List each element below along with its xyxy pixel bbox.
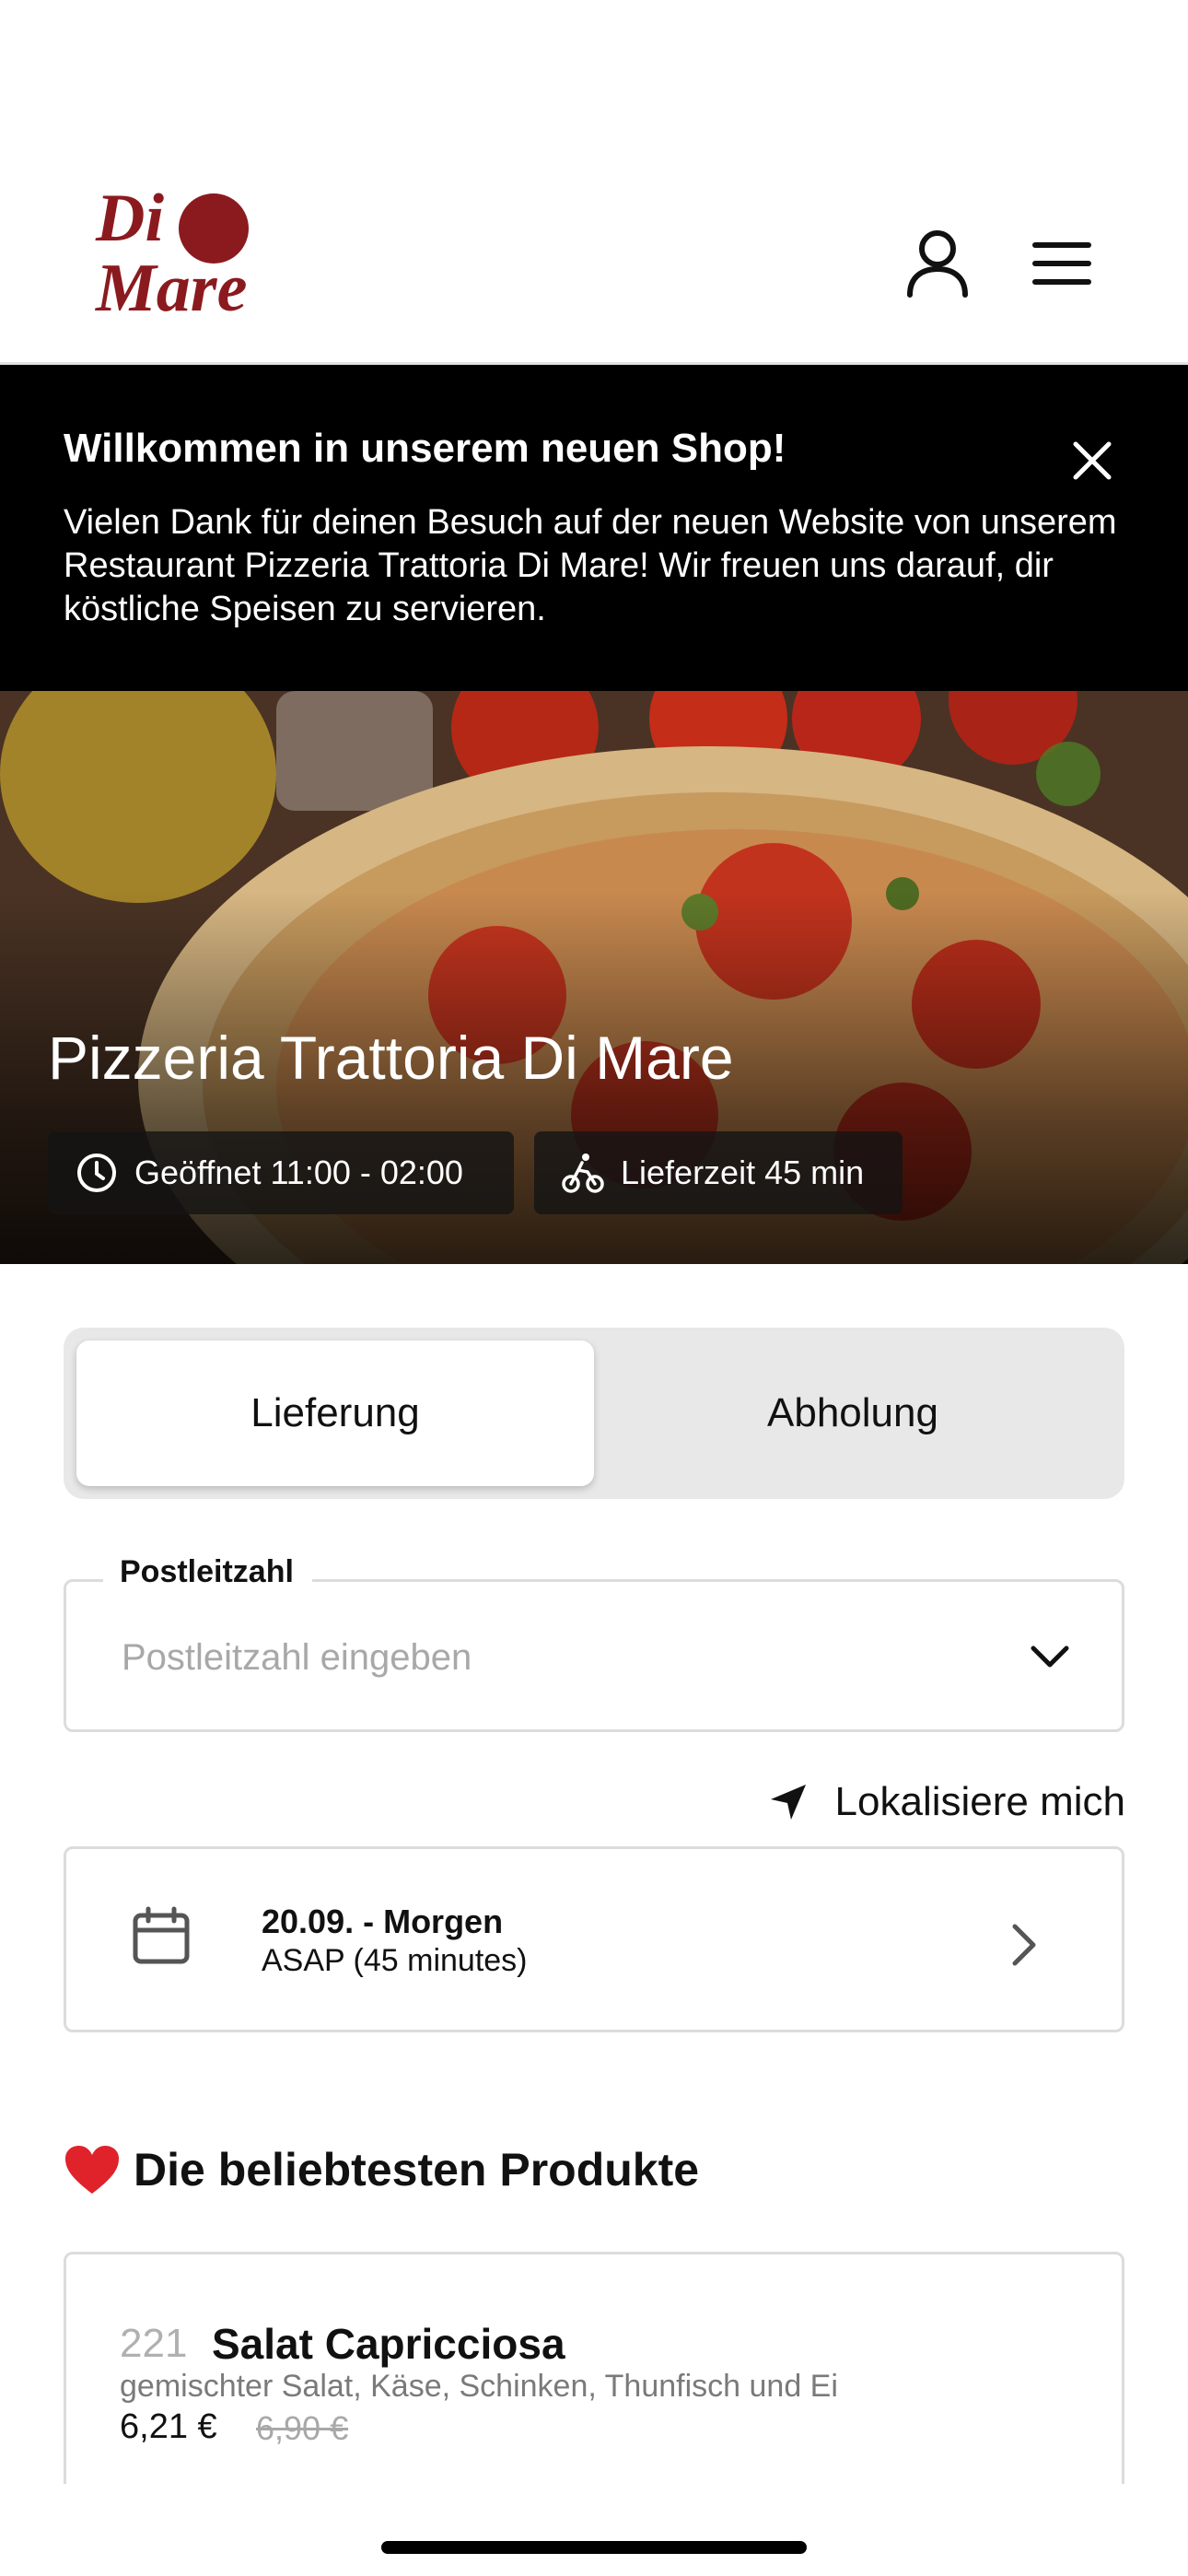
banner-text: Vielen Dank für deinen Besuch auf der ne… xyxy=(64,503,1117,628)
chevron-right-icon xyxy=(1012,1924,1036,1966)
hamburger-menu-icon[interactable] xyxy=(1030,236,1094,291)
delivery-option-button[interactable]: Lieferung xyxy=(76,1341,594,1486)
pickup-option-button[interactable]: Abholung xyxy=(594,1341,1112,1486)
logo-line1: Di xyxy=(96,181,164,256)
hero-image: Pizzeria Trattoria Di Mare Geöffnet 11:0… xyxy=(0,691,1188,1264)
banner-title: Willkommen in unserem neuen Shop! xyxy=(64,426,786,471)
location-arrow-icon xyxy=(770,1785,806,1820)
postcode-label: Postleitzahl xyxy=(103,1554,312,1590)
opening-hours-chip: Geöffnet 11:00 - 02:00 xyxy=(48,1131,514,1214)
opening-hours-text: Geöffnet 11:00 - 02:00 xyxy=(134,1153,463,1191)
bottom-safe-area xyxy=(0,2484,1188,2576)
product-price: 6,21 € xyxy=(120,2407,217,2446)
delivery-time-text: Lieferzeit 45 min xyxy=(621,1153,865,1191)
heart-icon xyxy=(65,2146,119,2194)
product-old-price: 6,90 € xyxy=(256,2409,349,2447)
calendar-icon xyxy=(133,1906,190,1964)
product-description: gemischter Salat, Käse, Schinken, Thunfi… xyxy=(120,2369,838,2404)
restaurant-name: Pizzeria Trattoria Di Mare xyxy=(48,1024,734,1092)
home-indicator[interactable] xyxy=(381,2541,807,2554)
postcode-input[interactable] xyxy=(122,1637,950,1679)
clock-icon xyxy=(77,1153,116,1192)
logo[interactable]: Di Mare xyxy=(90,184,265,332)
close-icon[interactable] xyxy=(1066,435,1118,486)
order-mode-segment: Lieferung Abholung xyxy=(64,1328,1124,1499)
popular-products-heading: Die beliebtesten Produkte xyxy=(64,2143,699,2196)
popular-products-title: Die beliebtesten Produkte xyxy=(134,2144,700,2195)
schedule-date: 20.09. - Morgen xyxy=(262,1903,504,1940)
logo-line2: Mare xyxy=(96,251,248,326)
schedule-time: ASAP (45 minutes) xyxy=(262,1943,528,1978)
delivery-time-chip: Lieferzeit 45 min xyxy=(534,1131,903,1214)
header: Di Mare xyxy=(0,0,1188,365)
postcode-field[interactable]: Postleitzahl xyxy=(64,1554,1124,1732)
welcome-banner: Willkommen in unserem neuen Shop! Vielen… xyxy=(0,365,1188,691)
schedule-selector[interactable]: 20.09. - Morgen ASAP (45 minutes) xyxy=(64,1846,1124,2032)
locate-me-label: Lokalisiere mich xyxy=(834,1779,1125,1824)
product-name: Salat Capricciosa xyxy=(212,2320,565,2368)
locate-me-button[interactable]: Lokalisiere mich xyxy=(755,1774,1125,1830)
chevron-down-icon[interactable] xyxy=(1024,1632,1076,1683)
bicycle-courier-icon xyxy=(562,1153,604,1193)
user-icon[interactable] xyxy=(901,227,974,300)
product-number: 221 xyxy=(120,2321,188,2366)
